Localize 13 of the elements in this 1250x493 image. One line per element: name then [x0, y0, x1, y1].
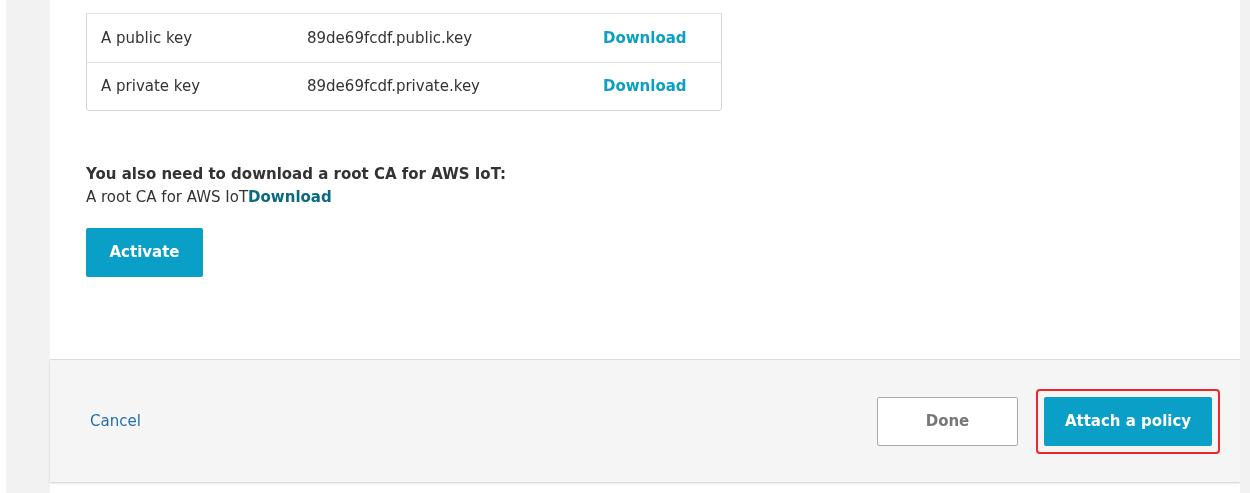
table-cell-text: 89de69fcdf.private.key [307, 76, 481, 98]
root-ca-label: A root CA for AWS IoT [86, 187, 249, 206]
activate-button[interactable]: Activate [86, 228, 203, 277]
table-cell-text: A public key [101, 27, 194, 49]
download-link[interactable]: Download [248, 187, 332, 206]
cancel-link[interactable]: Cancel [90, 409, 141, 433]
download-link[interactable]: Download [603, 75, 687, 98]
table-cell-text: 89de69fcdf.public.key [307, 27, 474, 49]
section-heading: You also need to download a root CA for AWS IoT: [86, 164, 508, 185]
download-link[interactable]: Download [603, 26, 687, 50]
attach-policy-button[interactable]: Attach a policy [1044, 396, 1212, 446]
done-button[interactable]: Done [877, 396, 1018, 446]
table-cell-text: A private key [101, 76, 202, 98]
